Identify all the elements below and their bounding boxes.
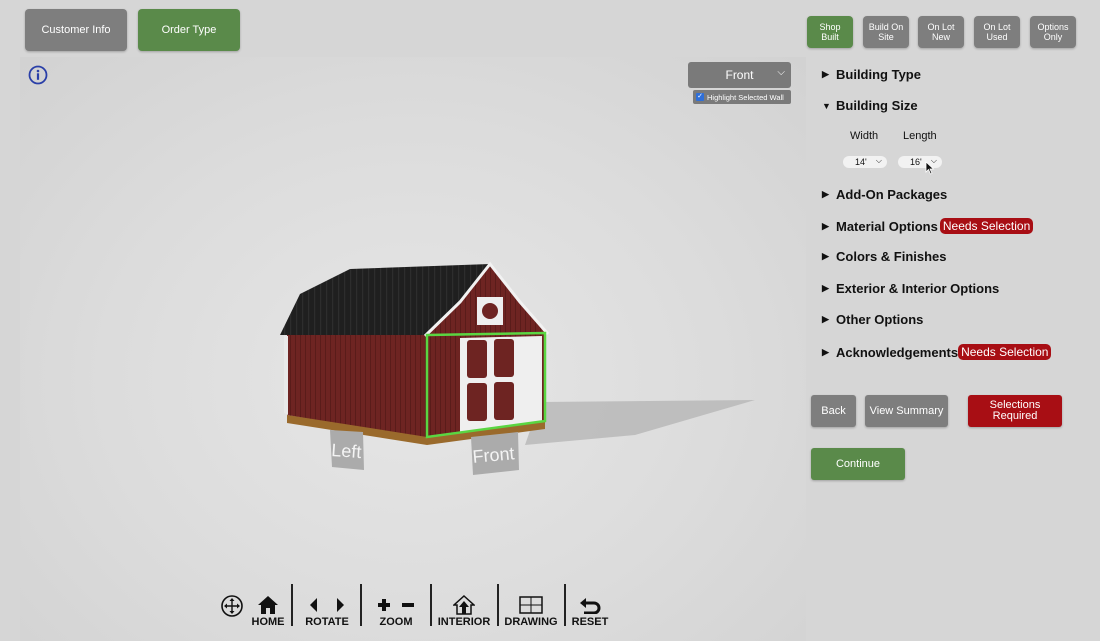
zoom-button[interactable]: ZOOM: [370, 584, 422, 628]
section-material-options[interactable]: ▶ Material Options Needs Selection: [822, 218, 1034, 234]
toolbar-divider: [564, 584, 566, 626]
left-corner-trim: [284, 336, 288, 415]
left-label: Left: [331, 440, 362, 462]
home-icon: [258, 596, 278, 614]
zoom-label: ZOOM: [379, 616, 413, 628]
toolbar-divider: [360, 584, 362, 626]
back-button[interactable]: Back: [811, 395, 856, 427]
triangle-right-icon: ▶: [822, 314, 829, 324]
interior-label: INTERIOR: [437, 616, 491, 628]
length-select-value: 16': [910, 157, 922, 167]
needs-selection-badge: Needs Selection: [958, 344, 1052, 360]
gable-window-glass: [482, 303, 498, 319]
ground-shadow: [525, 400, 755, 445]
continue-button[interactable]: Continue: [811, 448, 905, 480]
front-label: Front: [472, 443, 516, 467]
section-building-size[interactable]: ▼ Building Size: [822, 98, 918, 113]
3d-viewer[interactable]: Front ⌵ ✓ Highlight Selected Wall Left F…: [20, 57, 806, 641]
door-panel: [467, 340, 487, 378]
pan-move-icon[interactable]: [221, 595, 243, 617]
rotate-button[interactable]: ROTATE: [300, 584, 354, 628]
triangle-right-icon: ▶: [822, 251, 829, 261]
width-select-value: 14': [855, 157, 867, 167]
section-title: Exterior & Interior Options: [836, 281, 1000, 296]
toolbar-divider: [497, 584, 499, 626]
interior-button[interactable]: INTERIOR: [436, 584, 492, 628]
section-title: Colors & Finishes: [836, 249, 947, 264]
section-building-type[interactable]: ▶ Building Type: [822, 67, 921, 82]
section-title: Building Size: [836, 98, 918, 113]
selections-required-button[interactable]: Selections Required: [968, 395, 1062, 427]
section-title: Acknowledgements: [836, 344, 959, 360]
reset-button[interactable]: RESET: [568, 584, 612, 628]
section-title: Other Options: [836, 312, 924, 327]
on-lot-new-button[interactable]: On Lot New: [918, 16, 964, 48]
section-acknowledgements[interactable]: ▶ Acknowledgements Needs Selection: [822, 344, 1052, 360]
section-title: Building Type: [836, 67, 921, 82]
section-colors-finishes[interactable]: ▶ Colors & Finishes: [822, 249, 947, 264]
triangle-down-icon: ▼: [822, 100, 831, 111]
rotate-label: ROTATE: [305, 616, 349, 628]
interior-view-icon: [453, 595, 475, 615]
floor-plan-drawing-icon: [519, 596, 543, 614]
section-exterior-interior-options[interactable]: ▶ Exterior & Interior Options: [822, 281, 999, 296]
build-on-site-button[interactable]: Build On Site: [863, 16, 909, 48]
length-label: Length: [903, 130, 937, 142]
section-title: Material Options: [836, 218, 938, 234]
needs-selection-badge: Needs Selection: [939, 218, 1034, 234]
drawing-button[interactable]: DRAWING: [502, 584, 560, 628]
options-panel: ▶ Building Type ▼ Building Size Width Le…: [806, 57, 1100, 641]
drawing-label: DRAWING: [504, 616, 558, 628]
view-summary-button[interactable]: View Summary: [865, 395, 948, 427]
triangle-right-icon: ▶: [822, 346, 829, 357]
section-other-options[interactable]: ▶ Other Options: [822, 312, 923, 327]
rotate-arrows-icon: [310, 598, 344, 612]
triangle-right-icon: ▶: [822, 69, 829, 79]
top-bar: Customer Info Order Type Shop Built Buil…: [0, 0, 1100, 56]
toolbar-divider: [291, 584, 293, 626]
length-select[interactable]: 16' ⌵: [898, 156, 942, 168]
triangle-right-icon: ▶: [822, 189, 829, 199]
chevron-down-icon: ⌵: [875, 156, 882, 165]
section-add-on-packages[interactable]: ▶ Add-On Packages: [822, 187, 947, 202]
reset-undo-icon: [580, 598, 601, 614]
width-label: Width: [850, 130, 879, 142]
triangle-right-icon: ▶: [822, 283, 829, 293]
shed-model[interactable]: Left Front: [20, 57, 806, 641]
section-title: Add-On Packages: [836, 187, 948, 202]
toolbar-divider: [430, 584, 432, 626]
on-lot-used-button[interactable]: On Lot Used: [974, 16, 1020, 48]
customer-info-tab[interactable]: Customer Info: [25, 9, 127, 51]
door-panel: [467, 383, 487, 421]
options-only-button[interactable]: Options Only: [1030, 16, 1076, 48]
reset-label: RESET: [571, 616, 609, 628]
home-label: HOME: [251, 616, 285, 628]
door-panel: [494, 382, 514, 420]
width-select[interactable]: 14' ⌵: [843, 156, 887, 168]
home-button[interactable]: HOME: [250, 584, 286, 628]
mouse-cursor-icon: [925, 161, 935, 175]
shop-built-button[interactable]: Shop Built: [807, 16, 853, 48]
door-panel: [494, 339, 514, 377]
triangle-right-icon: ▶: [822, 220, 829, 231]
order-type-tab[interactable]: Order Type: [138, 9, 240, 51]
zoom-plus-minus-icon: [378, 599, 414, 611]
